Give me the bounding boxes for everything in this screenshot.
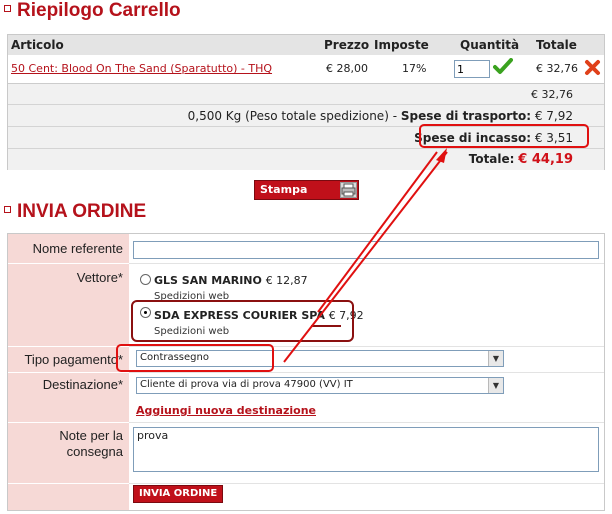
cart-item-row: 50 Cent: Blood On The Sand (Sparatutto) … [8,55,604,84]
payment-highlight-annotation [116,344,274,372]
item-total: € 32,76 [536,62,578,75]
carrier-gls: GLS SAN MARINO € 12,87 [154,274,308,287]
total-amount: € 44,19 [518,152,573,167]
submit-label-cell [8,484,129,510]
cart-header-row: Articolo Prezzo Imposte Quantità Totale [8,35,604,55]
confirm-quantity-icon[interactable] [493,58,513,79]
payment-label: Tipo pagamento* [8,347,129,373]
header-article: Articolo [11,38,64,52]
subtotal-row: € 32,76 [8,84,604,105]
cart-table: Articolo Prezzo Imposte Quantità Totale … [7,34,605,170]
print-icon [340,182,357,198]
carrier-highlight-annotation [131,300,354,342]
delete-x-icon[interactable] [584,59,601,79]
shipping-summary: 0,500 Kg (Peso totale spedizione) - Spes… [188,109,573,123]
shipping-label: Spese di trasporto: [400,109,531,123]
carrier-price-underline [311,325,341,327]
carrier-gls-price: € 12,87 [265,274,308,287]
notes-label-line2: consegna [66,444,123,459]
header-taxes: Imposte [374,38,429,52]
print-button-label: Stampa [260,183,308,196]
grand-total: Totale: € 44,19 [469,152,573,167]
carrier-label: Vettore* [8,264,129,347]
cart-title-text: Riepilogo Carrello [17,0,181,21]
section-bullet-icon [4,5,11,13]
subtotal-amount: € 32,76 [531,88,573,101]
carrier-gls-name: GLS SAN MARINO [154,274,262,287]
order-section-title: INVIA ORDINE [4,201,146,223]
item-tax: 17% [402,62,427,75]
reference-label: Nome referente [8,234,129,264]
destination-select[interactable]: Cliente di prova via di prova 47900 (VV)… [136,377,504,394]
section-bullet-icon [4,206,11,214]
cart-section-title: Riepilogo Carrello [4,0,181,22]
header-quantity: Quantità [460,38,520,52]
print-button[interactable]: Stampa [254,180,359,200]
header-total: Totale [536,38,577,52]
order-title-text: INVIA ORDINE [17,201,147,222]
reference-input[interactable] [133,241,599,259]
item-name-link[interactable]: 50 Cent: Blood On The Sand (Sparatutto) … [11,62,272,75]
header-price: Prezzo [324,38,370,52]
add-destination-link[interactable]: Aggiungi nuova destinazione [136,404,316,417]
shipping-amount: € 7,92 [534,109,573,123]
total-label: Totale: [468,152,515,166]
item-price: € 28,00 [326,62,368,75]
shipping-weight-text: 0,500 Kg (Peso totale spedizione) - [187,109,398,123]
notes-label-line1: Note per la [59,428,123,443]
notes-textarea[interactable]: prova [133,427,599,472]
destination-label: Destinazione* [8,373,129,423]
submit-order-button[interactable]: INVIA ORDINE [133,485,224,503]
chevron-down-icon[interactable]: ▼ [488,378,503,393]
carrier-radio-gls[interactable] [140,274,151,285]
quantity-input[interactable] [454,60,490,78]
order-form: Nome referente Vettore* GLS SAN MARINO €… [7,233,605,511]
destination-selected-value: Cliente di prova via di prova 47900 (VV)… [140,379,353,390]
notes-label: Note per la consegna [8,423,129,484]
cod-highlight-annotation [419,124,589,148]
total-row: Totale: € 44,19 [8,149,604,170]
chevron-down-icon[interactable]: ▼ [488,351,503,366]
